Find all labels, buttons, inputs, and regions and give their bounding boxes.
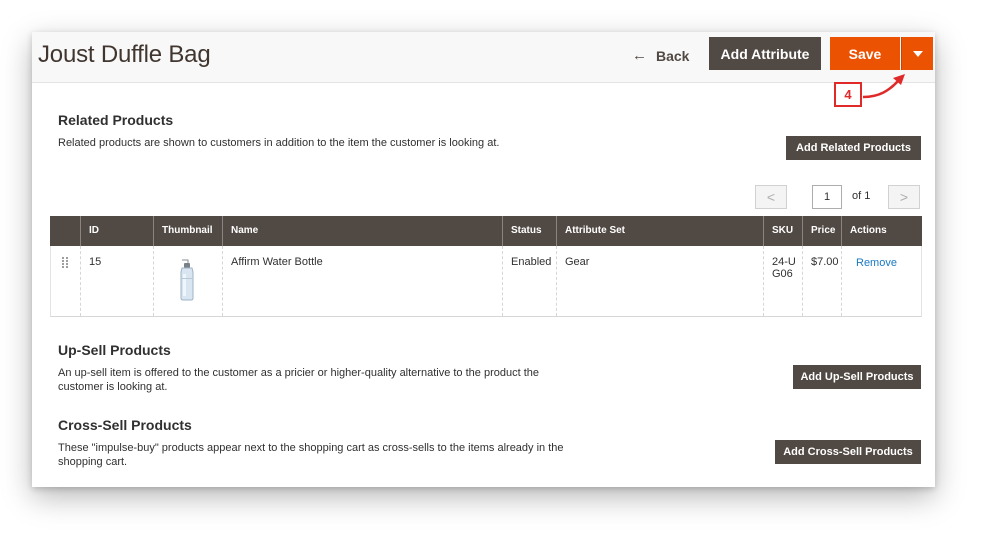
add-related-products-button[interactable]: Add Related Products: [786, 136, 921, 160]
caret-down-icon: [912, 50, 923, 57]
callout-arrow-icon: [862, 74, 905, 99]
water-bottle-thumbnail: [180, 259, 194, 301]
product-edit-panel: Joust Duffle Bag ← Back Add Attribute Sa…: [32, 32, 935, 487]
cell-sku: 24-UG06: [763, 246, 802, 316]
pager-prev-button[interactable]: <: [755, 185, 787, 209]
col-status[interactable]: Status: [502, 216, 556, 246]
save-dropdown-toggle[interactable]: [901, 37, 933, 70]
col-sku[interactable]: SKU: [763, 216, 802, 246]
step-callout-badge: 4: [834, 82, 862, 107]
remove-link[interactable]: Remove: [856, 257, 897, 269]
cell-id: 15: [80, 246, 153, 316]
table-row: 15 Affirm Water Bottle Enabled Gear 24-U…: [50, 246, 922, 317]
related-products-grid: ID Thumbnail Name Status Attribute Set S…: [50, 216, 922, 317]
grid-header: ID Thumbnail Name Status Attribute Set S…: [50, 216, 922, 246]
cell-status: Enabled: [502, 246, 556, 316]
add-upsell-products-button[interactable]: Add Up-Sell Products: [793, 365, 921, 389]
upsell-products-title: Up-Sell Products: [58, 342, 171, 358]
cell-name: Affirm Water Bottle: [222, 246, 502, 316]
pager-total-label: of 1: [852, 190, 871, 202]
cell-price: $7.00: [802, 246, 841, 316]
drag-handle-icon[interactable]: [62, 257, 80, 268]
page-title: Joust Duffle Bag: [38, 41, 211, 68]
pager-next-button[interactable]: >: [888, 185, 920, 209]
cell-actions: Remove: [841, 246, 920, 316]
back-button[interactable]: ← Back: [632, 44, 689, 68]
left-arrow-icon: ←: [632, 47, 647, 64]
col-actions: Actions: [841, 216, 922, 246]
col-id[interactable]: ID: [80, 216, 153, 246]
add-attribute-button[interactable]: Add Attribute: [709, 37, 821, 70]
col-drag: [50, 216, 80, 246]
pager-page-input[interactable]: 1: [812, 185, 842, 209]
page-header: Joust Duffle Bag ← Back Add Attribute Sa…: [32, 32, 935, 83]
col-name[interactable]: Name: [222, 216, 502, 246]
save-button[interactable]: Save: [830, 37, 900, 70]
crosssell-products-title: Cross-Sell Products: [58, 417, 192, 433]
back-label: Back: [656, 48, 690, 64]
add-crosssell-products-button[interactable]: Add Cross-Sell Products: [775, 440, 921, 464]
cell-attribute-set: Gear: [556, 246, 763, 316]
drag-cell[interactable]: [51, 246, 80, 316]
related-products-description: Related products are shown to customers …: [58, 137, 500, 149]
upsell-products-description: An up-sell item is offered to the custom…: [58, 367, 539, 393]
cell-thumbnail: [153, 246, 222, 316]
col-attribute-set[interactable]: Attribute Set: [556, 216, 763, 246]
col-price[interactable]: Price: [802, 216, 841, 246]
col-thumbnail: Thumbnail: [153, 216, 222, 246]
related-products-title: Related Products: [58, 112, 174, 128]
crosssell-products-description: These "impulse-buy" products appear next…: [58, 442, 564, 468]
